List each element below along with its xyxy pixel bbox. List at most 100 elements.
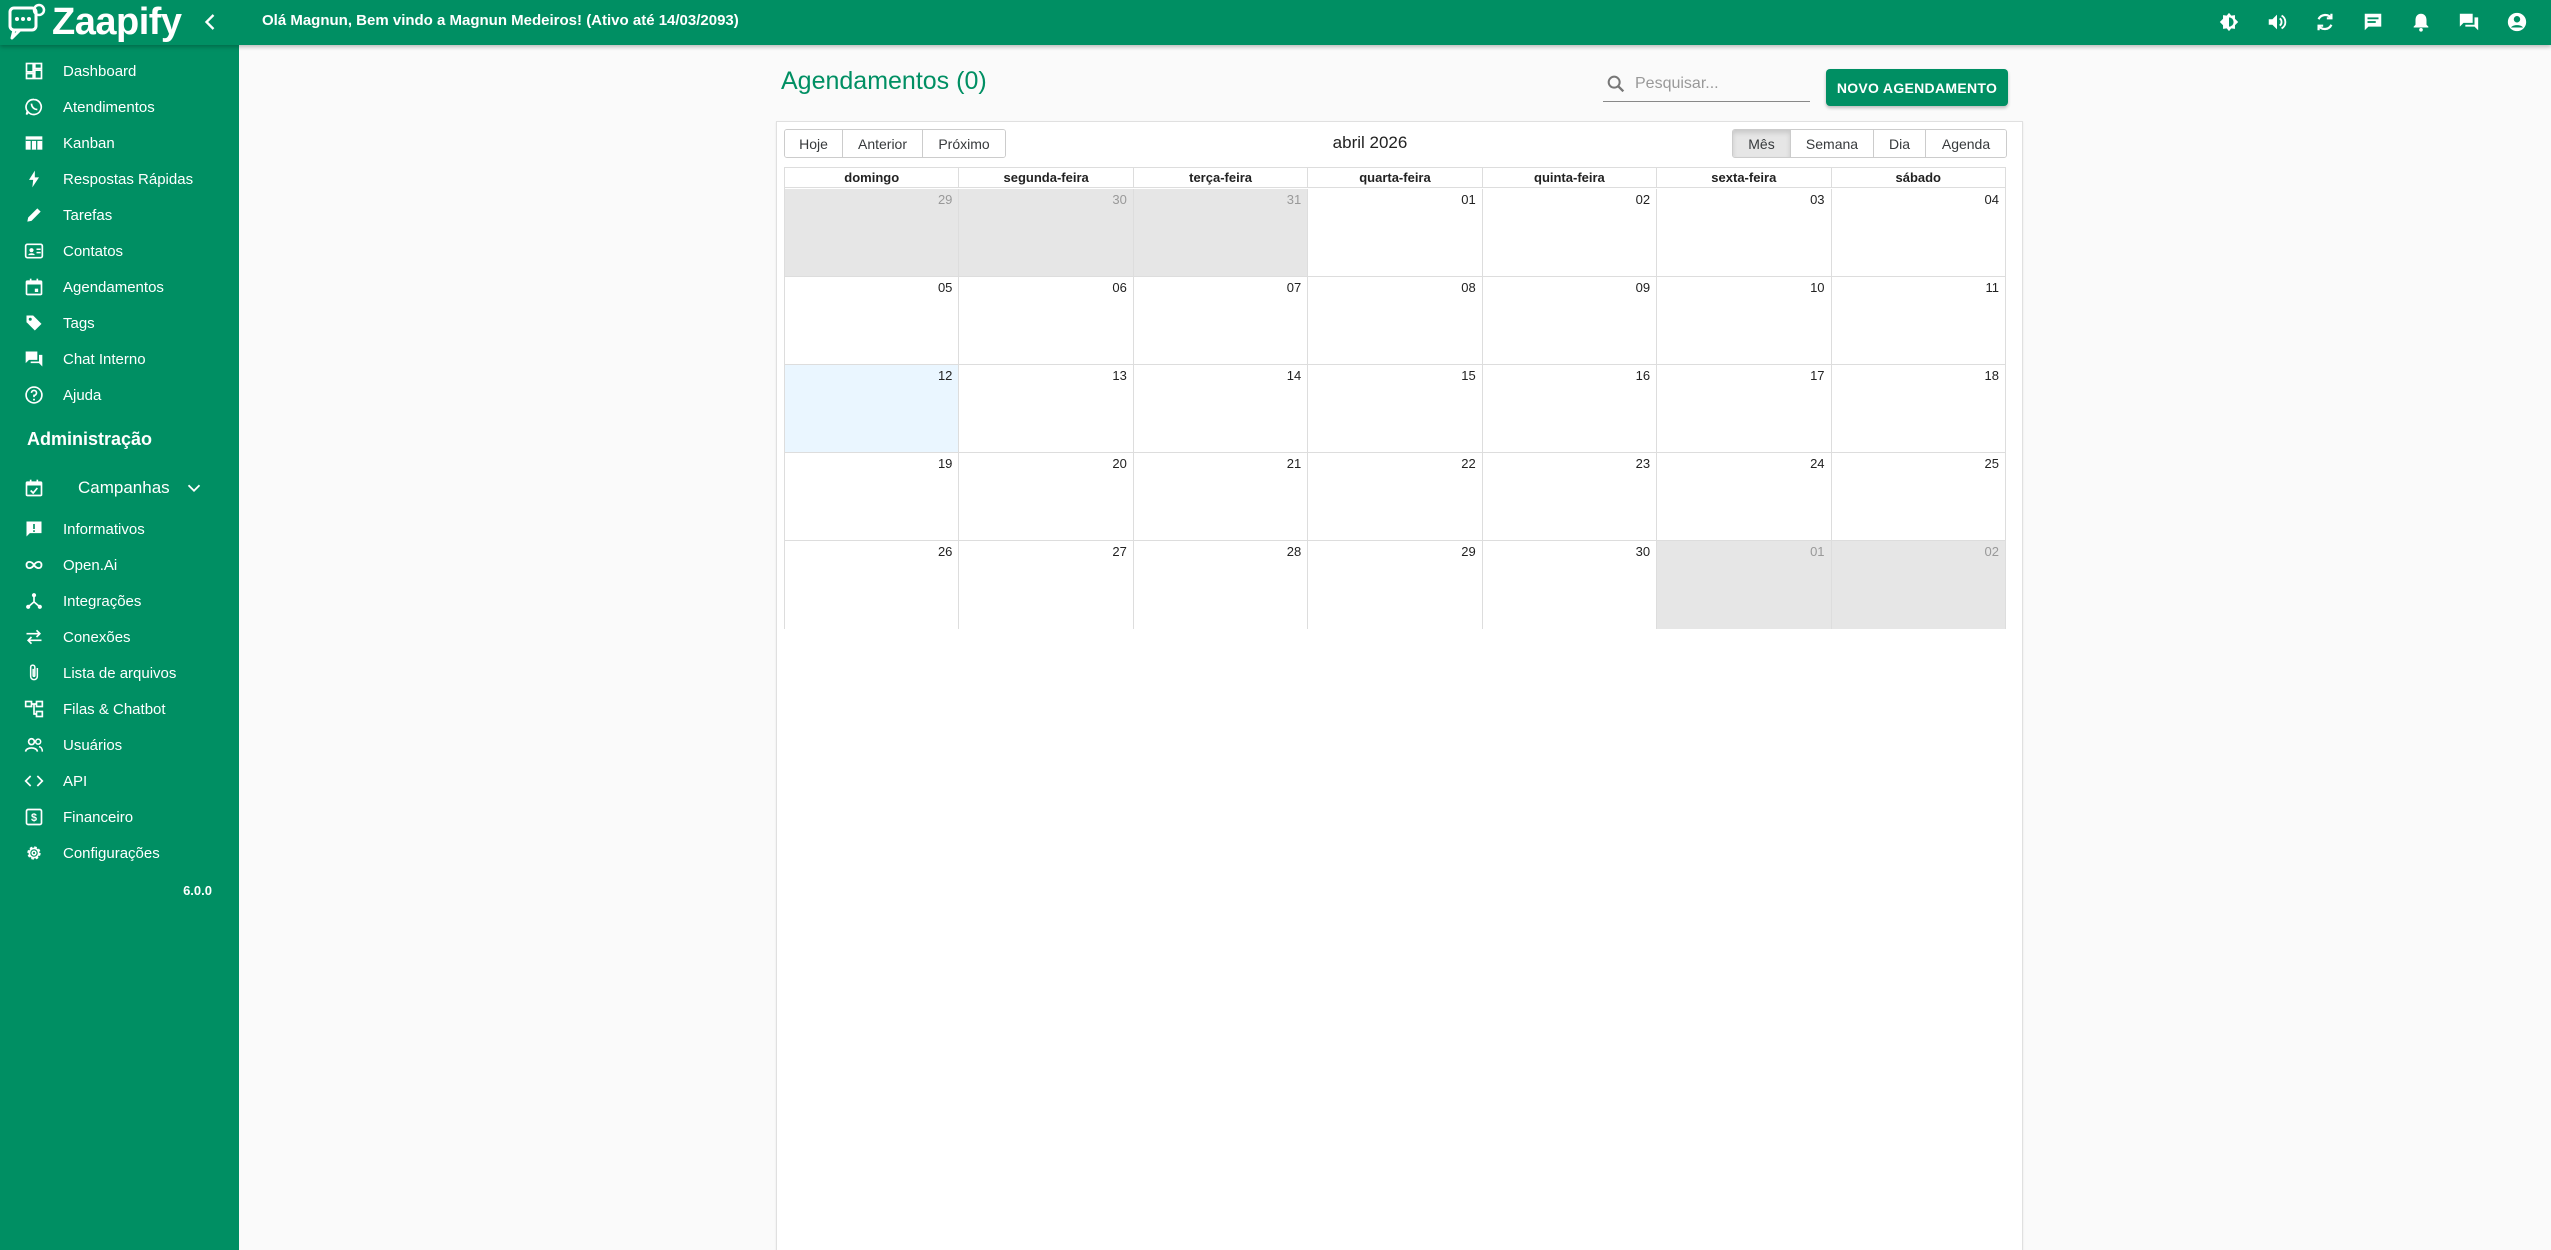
brightness-icon[interactable] [2215,8,2243,36]
day-cell[interactable]: 22 [1307,453,1482,540]
day-number[interactable]: 16 [1636,368,1650,383]
day-cell[interactable]: 26 [785,541,959,629]
day-number[interactable]: 24 [1810,456,1824,471]
day-cell[interactable]: 18 [1830,365,2005,452]
day-cell[interactable]: 01 [1307,189,1482,276]
day-number[interactable]: 29 [1461,544,1475,559]
sidebar-item-agendamentos[interactable]: Agendamentos [0,269,239,305]
day-number[interactable]: 22 [1461,456,1475,471]
day-cell[interactable]: 03 [1656,189,1831,276]
day-cell[interactable]: 29 [785,189,959,276]
day-cell[interactable]: 30 [1481,541,1657,629]
day-cell[interactable]: 02 [1830,541,2005,629]
sidebar-item-tags[interactable]: Tags [0,305,239,341]
day-number[interactable]: 31 [1287,192,1301,207]
day-cell[interactable]: 28 [1132,541,1308,629]
day-cell[interactable]: 20 [958,453,1133,540]
day-number[interactable]: 12 [938,368,952,383]
day-cell[interactable]: 14 [1132,365,1308,452]
day-number[interactable]: 14 [1287,368,1301,383]
previous-button[interactable]: Anterior [843,130,923,157]
day-number[interactable]: 09 [1636,280,1650,295]
day-number[interactable]: 01 [1461,192,1475,207]
sidebar-item-informativos[interactable]: Informativos [0,511,239,547]
search-input[interactable] [1635,71,1805,97]
day-cell[interactable]: 30 [958,189,1133,276]
sidebar-item-lista-de-arquivos[interactable]: Lista de arquivos [0,655,239,691]
day-cell[interactable]: 02 [1481,189,1657,276]
day-cell[interactable]: 06 [958,277,1133,364]
day-number[interactable]: 27 [1112,544,1126,559]
day-cell[interactable]: 09 [1481,277,1657,364]
day-number[interactable]: 03 [1810,192,1824,207]
sidebar-item-contatos[interactable]: Contatos [0,233,239,269]
day-cell[interactable]: 08 [1307,277,1482,364]
sidebar-item-campanhas[interactable]: Campanhas [0,468,239,508]
today-button[interactable]: Hoje [785,130,843,157]
day-cell[interactable]: 24 [1656,453,1831,540]
sidebar-item-tarefas[interactable]: Tarefas [0,197,239,233]
day-cell[interactable]: 27 [958,541,1133,629]
day-cell[interactable]: 17 [1656,365,1831,452]
day-number[interactable]: 23 [1636,456,1650,471]
account-icon[interactable] [2503,8,2531,36]
sidebar-item-dashboard[interactable]: Dashboard [0,53,239,89]
day-number[interactable]: 01 [1810,544,1824,559]
sidebar-item-kanban[interactable]: Kanban [0,125,239,161]
sidebar-item-ajuda[interactable]: Ajuda [0,377,239,413]
day-number[interactable]: 02 [1984,544,1998,559]
day-number[interactable]: 21 [1287,456,1301,471]
day-cell[interactable]: 11 [1830,277,2005,364]
day-cell[interactable]: 04 [1830,189,2005,276]
day-cell-today[interactable]: 12 [785,365,959,452]
day-number[interactable]: 17 [1810,368,1824,383]
sidebar-item-api[interactable]: API [0,763,239,799]
forum-icon[interactable] [2455,8,2483,36]
sidebar-item-openai[interactable]: Open.Ai [0,547,239,583]
day-number[interactable]: 25 [1984,456,1998,471]
day-number[interactable]: 18 [1984,368,1998,383]
sidebar-item-financeiro[interactable]: $ Financeiro [0,799,239,835]
day-number[interactable]: 13 [1112,368,1126,383]
day-cell[interactable]: 23 [1481,453,1657,540]
day-number[interactable]: 29 [938,192,952,207]
sidebar-item-filas-chatbot[interactable]: Filas & Chatbot [0,691,239,727]
new-schedule-button[interactable]: NOVO AGENDAMENTO [1826,69,2008,106]
sidebar-item-atendimentos[interactable]: Atendimentos [0,89,239,125]
day-cell[interactable]: 21 [1132,453,1308,540]
day-number[interactable]: 11 [1985,280,1999,295]
day-number[interactable]: 28 [1287,544,1301,559]
day-cell[interactable]: 15 [1307,365,1482,452]
sidebar-item-configuracoes[interactable]: Configurações [0,835,239,871]
day-cell[interactable]: 10 [1656,277,1831,364]
day-number[interactable]: 02 [1636,192,1650,207]
day-cell[interactable]: 07 [1132,277,1308,364]
day-number[interactable]: 30 [1636,544,1650,559]
bell-icon[interactable] [2407,8,2435,36]
day-cell[interactable]: 25 [1830,453,2005,540]
day-cell[interactable]: 19 [785,453,959,540]
day-number[interactable]: 04 [1984,192,1998,207]
day-number[interactable]: 30 [1112,192,1126,207]
day-cell[interactable]: 31 [1132,189,1308,276]
volume-icon[interactable] [2263,8,2291,36]
sidebar-item-usuarios[interactable]: Usuários [0,727,239,763]
view-day-button[interactable]: Dia [1874,130,1926,157]
day-number[interactable]: 15 [1461,368,1475,383]
next-button[interactable]: Próximo [923,130,1005,157]
refresh-icon[interactable] [2311,8,2339,36]
day-number[interactable]: 26 [938,544,952,559]
day-cell[interactable]: 01 [1656,541,1831,629]
collapse-sidebar-icon[interactable] [196,8,224,36]
view-week-button[interactable]: Semana [1791,130,1874,157]
view-month-button[interactable]: Mês [1733,130,1791,157]
day-cell[interactable]: 29 [1307,541,1482,629]
day-number[interactable]: 08 [1461,280,1475,295]
day-number[interactable]: 06 [1112,280,1126,295]
sidebar-item-respostas-rapidas[interactable]: Respostas Rápidas [0,161,239,197]
day-number[interactable]: 19 [938,456,952,471]
sidebar-item-chat-interno[interactable]: Chat Interno [0,341,239,377]
day-cell[interactable]: 05 [785,277,959,364]
view-agenda-button[interactable]: Agenda [1926,130,2006,157]
chat-bubble-icon[interactable] [2359,8,2387,36]
